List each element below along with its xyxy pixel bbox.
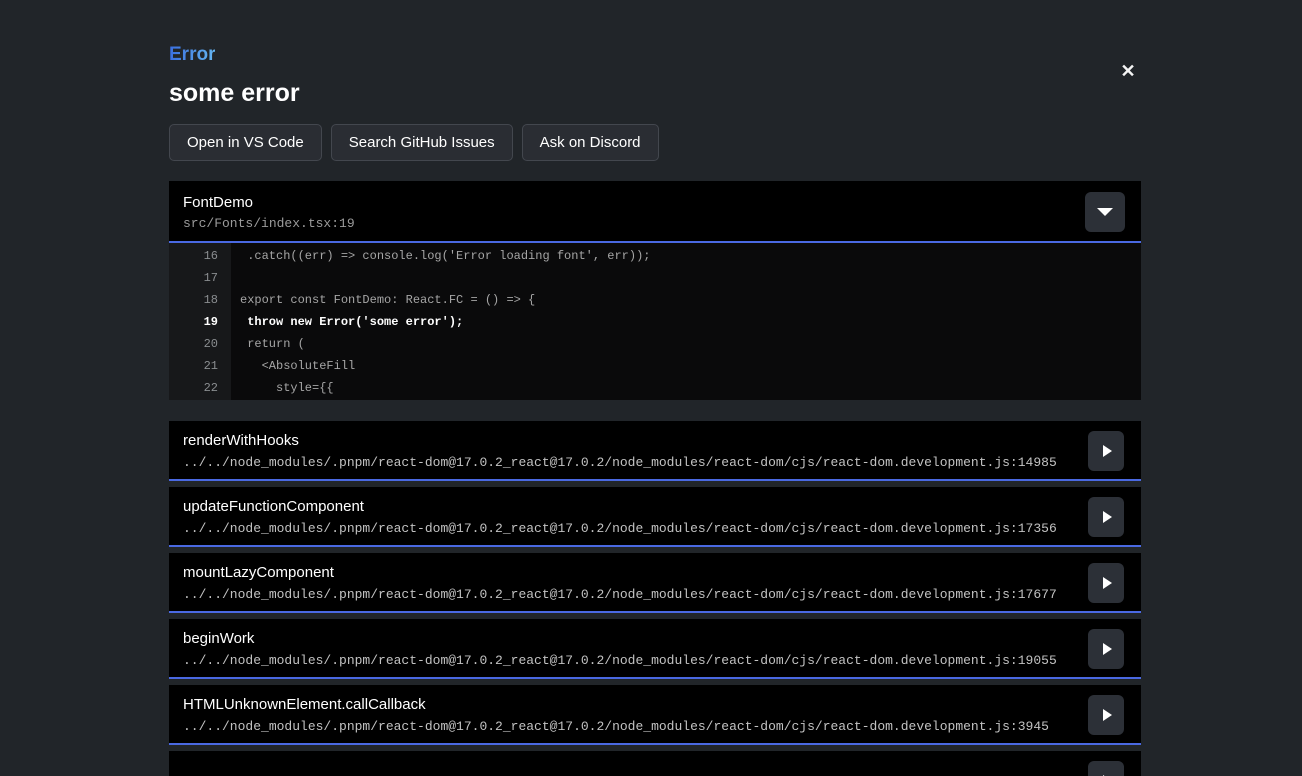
code-line-text: return (: [231, 333, 305, 355]
stack-frame: updateFunctionComponent ../../node_modul…: [169, 487, 1141, 547]
code-line-text: <AbsoluteFill: [231, 355, 355, 377]
code-line: 16 .catch((err) => console.log('Error lo…: [169, 245, 1141, 267]
expand-frame-button[interactable]: [1088, 497, 1124, 537]
stack-frame-function: renderWithHooks: [183, 431, 1071, 450]
stack-frame: renderWithHooks ../../node_modules/.pnpm…: [169, 421, 1141, 481]
play-icon: [1103, 709, 1112, 721]
code-line-number: 16: [169, 245, 231, 267]
play-icon: [1103, 643, 1112, 655]
stack-frame-partial: [169, 751, 1141, 776]
code-line-text: .catch((err) => console.log('Error loadi…: [231, 245, 650, 267]
code-line-text: export const FontDemo: React.FC = () => …: [231, 289, 535, 311]
stack-frame-location: ../../node_modules/.pnpm/react-dom@17.0.…: [183, 653, 1071, 668]
expand-frame-button[interactable]: [1088, 761, 1124, 776]
stack-frame-function: beginWork: [183, 629, 1071, 648]
play-icon: [1103, 511, 1112, 523]
stack-frame-location: ../../node_modules/.pnpm/react-dom@17.0.…: [183, 719, 1071, 734]
expand-frame-button[interactable]: [1088, 431, 1124, 471]
code-line-number: 22: [169, 377, 231, 399]
stack-frame: HTMLUnknownElement.callCallback ../../no…: [169, 685, 1141, 745]
collapse-code-button[interactable]: [1085, 192, 1125, 232]
stack-frame-function: mountLazyComponent: [183, 563, 1071, 582]
error-type-label: Error: [169, 44, 215, 66]
stack-frame-location: ../../node_modules/.pnpm/react-dom@17.0.…: [183, 587, 1071, 602]
stack-frame-function: updateFunctionComponent: [183, 497, 1071, 516]
search-github-issues-button[interactable]: Search GitHub Issues: [331, 124, 513, 161]
error-message: some error: [169, 79, 1141, 108]
expand-frame-button[interactable]: [1088, 563, 1124, 603]
error-overlay: Error some error Open in VS Code Search …: [169, 0, 1141, 776]
source-frame-function: FontDemo: [183, 193, 1071, 212]
code-line-number: 17: [169, 267, 231, 289]
code-line: 22 style={{: [169, 377, 1141, 399]
code-line-text: style={{: [231, 377, 334, 399]
action-button-row: Open in VS Code Search GitHub Issues Ask…: [169, 124, 1141, 161]
code-snippet: 16 .catch((err) => console.log('Error lo…: [169, 243, 1141, 400]
stack-frame-location: ../../node_modules/.pnpm/react-dom@17.0.…: [183, 455, 1071, 470]
code-line: 20 return (: [169, 333, 1141, 355]
stack-frame-list: renderWithHooks ../../node_modules/.pnpm…: [169, 421, 1141, 776]
chevron-down-icon: [1097, 208, 1113, 216]
code-line: 19 throw new Error('some error');: [169, 311, 1141, 333]
play-icon: [1103, 445, 1112, 457]
source-frame-card: FontDemo src/Fonts/index.tsx:19 16 .catc…: [169, 181, 1141, 400]
code-line: 18 export const FontDemo: React.FC = () …: [169, 289, 1141, 311]
stack-frame-location: ../../node_modules/.pnpm/react-dom@17.0.…: [183, 521, 1071, 536]
code-line-text: throw new Error('some error');: [231, 311, 463, 333]
open-in-vs-code-button[interactable]: Open in VS Code: [169, 124, 322, 161]
code-line-text: [231, 267, 240, 289]
source-frame-location: src/Fonts/index.tsx:19: [183, 216, 1071, 231]
play-icon: [1103, 577, 1112, 589]
expand-frame-button[interactable]: [1088, 629, 1124, 669]
stack-frame: beginWork ../../node_modules/.pnpm/react…: [169, 619, 1141, 679]
code-line-number: 20: [169, 333, 231, 355]
stack-frame: mountLazyComponent ../../node_modules/.p…: [169, 553, 1141, 613]
code-line: 17: [169, 267, 1141, 289]
code-line-number: 21: [169, 355, 231, 377]
source-frame-header: FontDemo src/Fonts/index.tsx:19: [169, 181, 1141, 243]
code-line: 21 <AbsoluteFill: [169, 355, 1141, 377]
code-line-number: 18: [169, 289, 231, 311]
code-line-number: 19: [169, 311, 231, 333]
stack-frame-function: HTMLUnknownElement.callCallback: [183, 695, 1071, 714]
expand-frame-button[interactable]: [1088, 695, 1124, 735]
ask-on-discord-button[interactable]: Ask on Discord: [522, 124, 659, 161]
